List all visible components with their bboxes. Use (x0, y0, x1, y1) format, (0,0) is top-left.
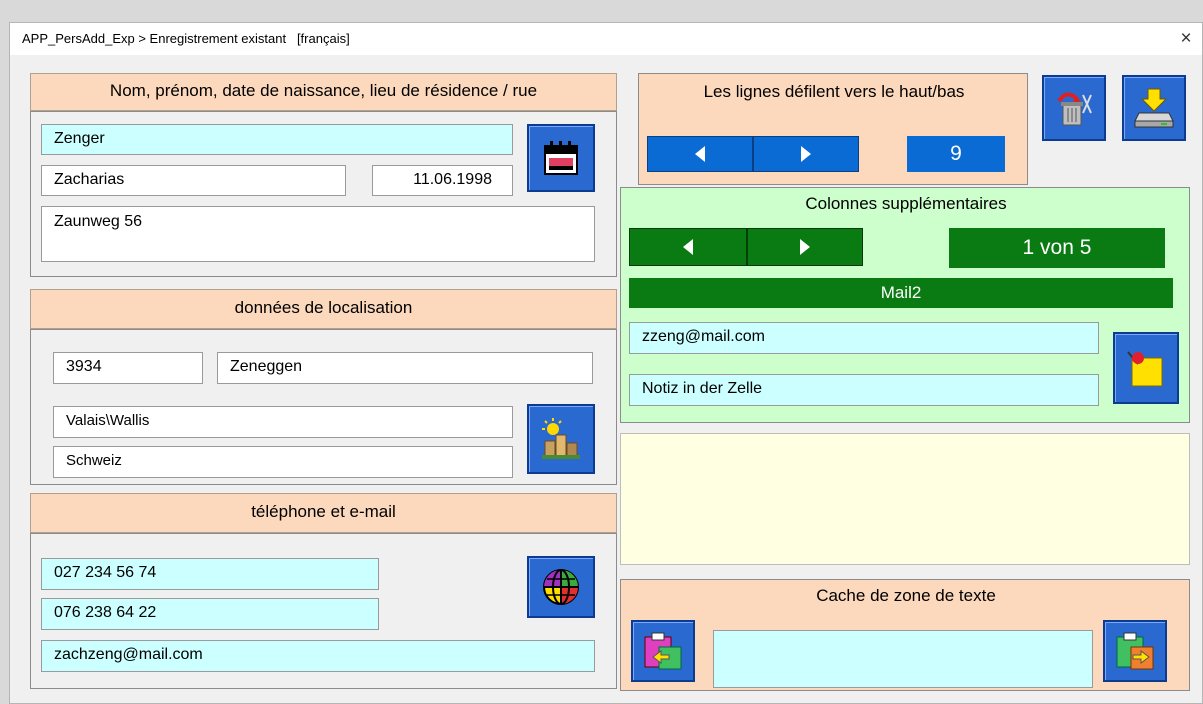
clipboard-copy-icon (1116, 632, 1154, 670)
row-next-button[interactable] (753, 136, 859, 172)
sticky-note-pin-icon (1127, 351, 1163, 387)
delete-button[interactable] (1042, 75, 1106, 141)
rows-nav-frame: Les lignes défilent vers le haut/bas 9 (638, 73, 1028, 185)
street-field[interactable]: Zaunweg 56 (41, 206, 595, 262)
title-bar: APP_PersAdd_Exp > Enregistrement existan… (10, 23, 1202, 55)
phone1-field[interactable]: 027 234 56 74 (41, 558, 379, 590)
globe-icon (543, 569, 579, 605)
cell-note-button[interactable] (1113, 332, 1179, 404)
row-prev-button[interactable] (647, 136, 753, 172)
column-name-bar: Mail2 (629, 278, 1173, 308)
save-drive-icon (1134, 88, 1174, 128)
last-name-field[interactable]: Zenger (41, 124, 513, 155)
copy-to-cache-button[interactable] (1103, 620, 1167, 682)
column-next-button[interactable] (747, 228, 863, 266)
rows-nav-header: Les lignes défilent vers le haut/bas (703, 82, 965, 101)
city-landscape-icon (542, 418, 580, 459)
calendar-icon (544, 141, 578, 175)
location-frame: 3934 Zeneggen Valais\Wallis Schweiz (30, 329, 617, 485)
window-title: APP_PersAdd_Exp > Enregistrement existan… (22, 31, 350, 46)
city-field[interactable]: Zeneggen (217, 352, 593, 384)
column-note-field[interactable]: Notiz in der Zelle (629, 374, 1099, 406)
extra-columns-frame: Colonnes supplémentaires 1 von 5 Mail2 z… (620, 187, 1190, 423)
canton-field[interactable]: Valais\Wallis (53, 406, 513, 438)
web-button[interactable] (527, 556, 595, 618)
close-button[interactable]: × (1172, 25, 1200, 53)
zip-field[interactable]: 3934 (53, 352, 203, 384)
column-prev-button[interactable] (629, 228, 747, 266)
triangle-left-icon (695, 146, 705, 162)
triangle-right-icon (800, 239, 810, 255)
personal-frame: Zenger Zacharias 11.06.1998 Zaunweg 56 (30, 111, 617, 277)
first-name-field[interactable]: Zacharias (41, 165, 346, 196)
memo-area[interactable] (620, 433, 1190, 565)
clipboard-paste-icon (644, 632, 682, 670)
contact-frame: 027 234 56 74 076 238 64 22 zachzeng@mai… (30, 533, 617, 689)
column-value-field[interactable]: zzeng@mail.com (629, 322, 1099, 354)
phone2-field[interactable]: 076 238 64 22 (41, 598, 379, 630)
paste-from-cache-button[interactable] (631, 620, 695, 682)
country-field[interactable]: Schweiz (53, 446, 513, 478)
trash-icon (1057, 92, 1092, 126)
location-header: données de localisation (30, 289, 617, 329)
triangle-left-icon (683, 239, 693, 255)
location-lookup-button[interactable] (527, 404, 595, 474)
text-cache-field[interactable] (713, 630, 1093, 688)
save-button[interactable] (1122, 75, 1186, 141)
text-cache-header: Cache de zone de texte (816, 586, 996, 605)
personal-header: Nom, prénom, date de naissance, lieu de … (30, 73, 617, 111)
calendar-button[interactable] (527, 124, 595, 192)
column-counter: 1 von 5 (949, 228, 1165, 268)
contact-header: téléphone et e-mail (30, 493, 617, 533)
birth-date-field[interactable]: 11.06.1998 (372, 165, 513, 196)
extra-columns-header: Colonnes supplémentaires (805, 194, 1007, 213)
text-cache-frame: Cache de zone de texte (620, 579, 1190, 691)
email-field[interactable]: zachzeng@mail.com (41, 640, 595, 672)
row-counter: 9 (907, 136, 1005, 172)
triangle-right-icon (801, 146, 811, 162)
dialog-window: APP_PersAdd_Exp > Enregistrement existan… (9, 22, 1203, 704)
